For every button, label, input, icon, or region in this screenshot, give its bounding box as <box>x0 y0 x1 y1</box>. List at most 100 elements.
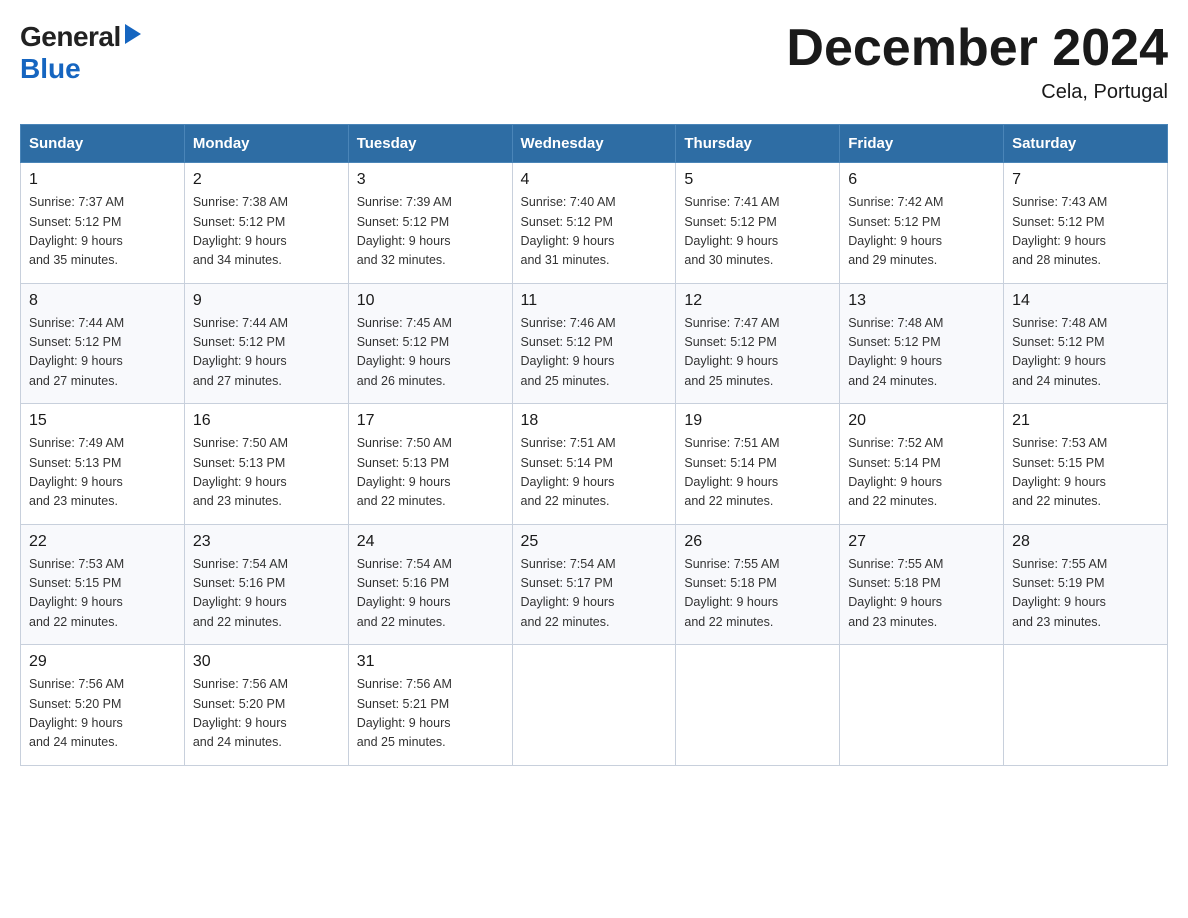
table-row: 14 Sunrise: 7:48 AMSunset: 5:12 PMDayligh… <box>1004 283 1168 404</box>
day-number: 16 <box>193 412 340 430</box>
header-thursday: Thursday <box>676 125 840 163</box>
day-number: 27 <box>848 533 995 551</box>
day-number: 18 <box>521 412 668 430</box>
logo-triangle-icon <box>123 20 143 53</box>
table-row: 31Sunrise: 7:56 AMSunset: 5:21 PMDayligh… <box>348 645 512 766</box>
day-number: 21 <box>1012 412 1159 430</box>
day-number: 10 <box>357 292 504 310</box>
table-row: 28 Sunrise: 7:55 AMSunset: 5:19 PMDayligh… <box>1004 524 1168 645</box>
day-info: Sunrise: 7:47 AMSunset: 5:12 PMDaylight:… <box>684 314 831 392</box>
table-row: 15 Sunrise: 7:49 AMSunset: 5:13 PMDayligh… <box>21 404 185 525</box>
day-number: 25 <box>521 533 668 551</box>
day-info: Sunrise: 7:54 AMSunset: 5:16 PMDaylight:… <box>357 555 504 633</box>
calendar-week-row: 22 Sunrise: 7:53 AMSunset: 5:15 PMDayligh… <box>21 524 1168 645</box>
table-row: 1 Sunrise: 7:37 AMSunset: 5:12 PMDaylight… <box>21 163 185 284</box>
day-info: Sunrise: 7:43 AMSunset: 5:12 PMDaylight:… <box>1012 193 1159 271</box>
day-number: 19 <box>684 412 831 430</box>
day-number: 1 <box>29 171 176 189</box>
header-saturday: Saturday <box>1004 125 1168 163</box>
day-number: 23 <box>193 533 340 551</box>
table-row: 8 Sunrise: 7:44 AMSunset: 5:12 PMDaylight… <box>21 283 185 404</box>
day-info: Sunrise: 7:56 AMSunset: 5:20 PMDaylight:… <box>193 675 340 753</box>
day-number: 29 <box>29 653 176 671</box>
weekday-header-row: Sunday Monday Tuesday Wednesday Thursday… <box>21 125 1168 163</box>
day-number: 2 <box>193 171 340 189</box>
table-row <box>1004 645 1168 766</box>
header-monday: Monday <box>184 125 348 163</box>
header-wednesday: Wednesday <box>512 125 676 163</box>
header-friday: Friday <box>840 125 1004 163</box>
table-row <box>512 645 676 766</box>
day-info: Sunrise: 7:51 AMSunset: 5:14 PMDaylight:… <box>521 434 668 512</box>
day-number: 24 <box>357 533 504 551</box>
calendar-week-row: 29 Sunrise: 7:56 AMSunset: 5:20 PMDayligh… <box>21 645 1168 766</box>
day-info: Sunrise: 7:41 AMSunset: 5:12 PMDaylight:… <box>684 193 831 271</box>
table-row: 23Sunrise: 7:54 AMSunset: 5:16 PMDayligh… <box>184 524 348 645</box>
day-info: Sunrise: 7:42 AMSunset: 5:12 PMDaylight:… <box>848 193 995 271</box>
header-sunday: Sunday <box>21 125 185 163</box>
table-row <box>676 645 840 766</box>
day-info: Sunrise: 7:39 AMSunset: 5:12 PMDaylight:… <box>357 193 504 271</box>
day-number: 26 <box>684 533 831 551</box>
day-number: 5 <box>684 171 831 189</box>
table-row: 29 Sunrise: 7:56 AMSunset: 5:20 PMDayligh… <box>21 645 185 766</box>
calendar-table: Sunday Monday Tuesday Wednesday Thursday… <box>20 124 1168 766</box>
table-row: 7 Sunrise: 7:43 AMSunset: 5:12 PMDaylight… <box>1004 163 1168 284</box>
day-info: Sunrise: 7:48 AMSunset: 5:12 PMDaylight:… <box>1012 314 1159 392</box>
table-row: 21Sunrise: 7:53 AMSunset: 5:15 PMDayligh… <box>1004 404 1168 525</box>
day-number: 31 <box>357 653 504 671</box>
day-info: Sunrise: 7:44 AMSunset: 5:12 PMDaylight:… <box>29 314 176 392</box>
day-number: 17 <box>357 412 504 430</box>
day-info: Sunrise: 7:45 AMSunset: 5:12 PMDaylight:… <box>357 314 504 392</box>
table-row: 4Sunrise: 7:40 AMSunset: 5:12 PMDaylight… <box>512 163 676 284</box>
table-row: 24 Sunrise: 7:54 AMSunset: 5:16 PMDayligh… <box>348 524 512 645</box>
day-number: 12 <box>684 292 831 310</box>
calendar-week-row: 8 Sunrise: 7:44 AMSunset: 5:12 PMDaylight… <box>21 283 1168 404</box>
table-row: 10 Sunrise: 7:45 AMSunset: 5:12 PMDayligh… <box>348 283 512 404</box>
table-row: 6 Sunrise: 7:42 AMSunset: 5:12 PMDaylight… <box>840 163 1004 284</box>
day-info: Sunrise: 7:54 AMSunset: 5:17 PMDaylight:… <box>521 555 668 633</box>
table-row: 25 Sunrise: 7:54 AMSunset: 5:17 PMDayligh… <box>512 524 676 645</box>
header-tuesday: Tuesday <box>348 125 512 163</box>
day-number: 8 <box>29 292 176 310</box>
day-number: 14 <box>1012 292 1159 310</box>
day-info: Sunrise: 7:50 AMSunset: 5:13 PMDaylight:… <box>357 434 504 512</box>
day-number: 11 <box>521 292 668 310</box>
day-info: Sunrise: 7:37 AMSunset: 5:12 PMDaylight:… <box>29 193 176 271</box>
day-info: Sunrise: 7:56 AMSunset: 5:20 PMDaylight:… <box>29 675 176 753</box>
day-info: Sunrise: 7:55 AMSunset: 5:19 PMDaylight:… <box>1012 555 1159 633</box>
day-number: 30 <box>193 653 340 671</box>
calendar-week-row: 1 Sunrise: 7:37 AMSunset: 5:12 PMDaylight… <box>21 163 1168 284</box>
logo-general-text: General <box>20 21 121 53</box>
day-number: 9 <box>193 292 340 310</box>
day-number: 22 <box>29 533 176 551</box>
day-info: Sunrise: 7:52 AMSunset: 5:14 PMDaylight:… <box>848 434 995 512</box>
table-row: 22 Sunrise: 7:53 AMSunset: 5:15 PMDayligh… <box>21 524 185 645</box>
table-row: 17 Sunrise: 7:50 AMSunset: 5:13 PMDayligh… <box>348 404 512 525</box>
logo: General Blue <box>20 20 144 85</box>
table-row: 27Sunrise: 7:55 AMSunset: 5:18 PMDayligh… <box>840 524 1004 645</box>
day-number: 7 <box>1012 171 1159 189</box>
title-area: December 2024 Cela, Portugal <box>786 20 1168 104</box>
day-info: Sunrise: 7:51 AMSunset: 5:14 PMDaylight:… <box>684 434 831 512</box>
day-info: Sunrise: 7:55 AMSunset: 5:18 PMDaylight:… <box>684 555 831 633</box>
table-row <box>840 645 1004 766</box>
day-number: 6 <box>848 171 995 189</box>
table-row: 11 Sunrise: 7:46 AMSunset: 5:12 PMDayligh… <box>512 283 676 404</box>
day-info: Sunrise: 7:53 AMSunset: 5:15 PMDaylight:… <box>29 555 176 633</box>
table-row: 9 Sunrise: 7:44 AMSunset: 5:12 PMDaylight… <box>184 283 348 404</box>
table-row: 2Sunrise: 7:38 AMSunset: 5:12 PMDaylight… <box>184 163 348 284</box>
day-info: Sunrise: 7:46 AMSunset: 5:12 PMDaylight:… <box>521 314 668 392</box>
day-info: Sunrise: 7:48 AMSunset: 5:12 PMDaylight:… <box>848 314 995 392</box>
day-number: 20 <box>848 412 995 430</box>
logo-blue-text: Blue <box>20 53 81 84</box>
day-info: Sunrise: 7:44 AMSunset: 5:12 PMDaylight:… <box>193 314 340 392</box>
table-row: 30 Sunrise: 7:56 AMSunset: 5:20 PMDayligh… <box>184 645 348 766</box>
day-number: 15 <box>29 412 176 430</box>
calendar-week-row: 15 Sunrise: 7:49 AMSunset: 5:13 PMDayligh… <box>21 404 1168 525</box>
day-info: Sunrise: 7:40 AMSunset: 5:12 PMDaylight:… <box>521 193 668 271</box>
day-info: Sunrise: 7:50 AMSunset: 5:13 PMDaylight:… <box>193 434 340 512</box>
day-info: Sunrise: 7:49 AMSunset: 5:13 PMDaylight:… <box>29 434 176 512</box>
day-number: 28 <box>1012 533 1159 551</box>
table-row: 19 Sunrise: 7:51 AMSunset: 5:14 PMDayligh… <box>676 404 840 525</box>
